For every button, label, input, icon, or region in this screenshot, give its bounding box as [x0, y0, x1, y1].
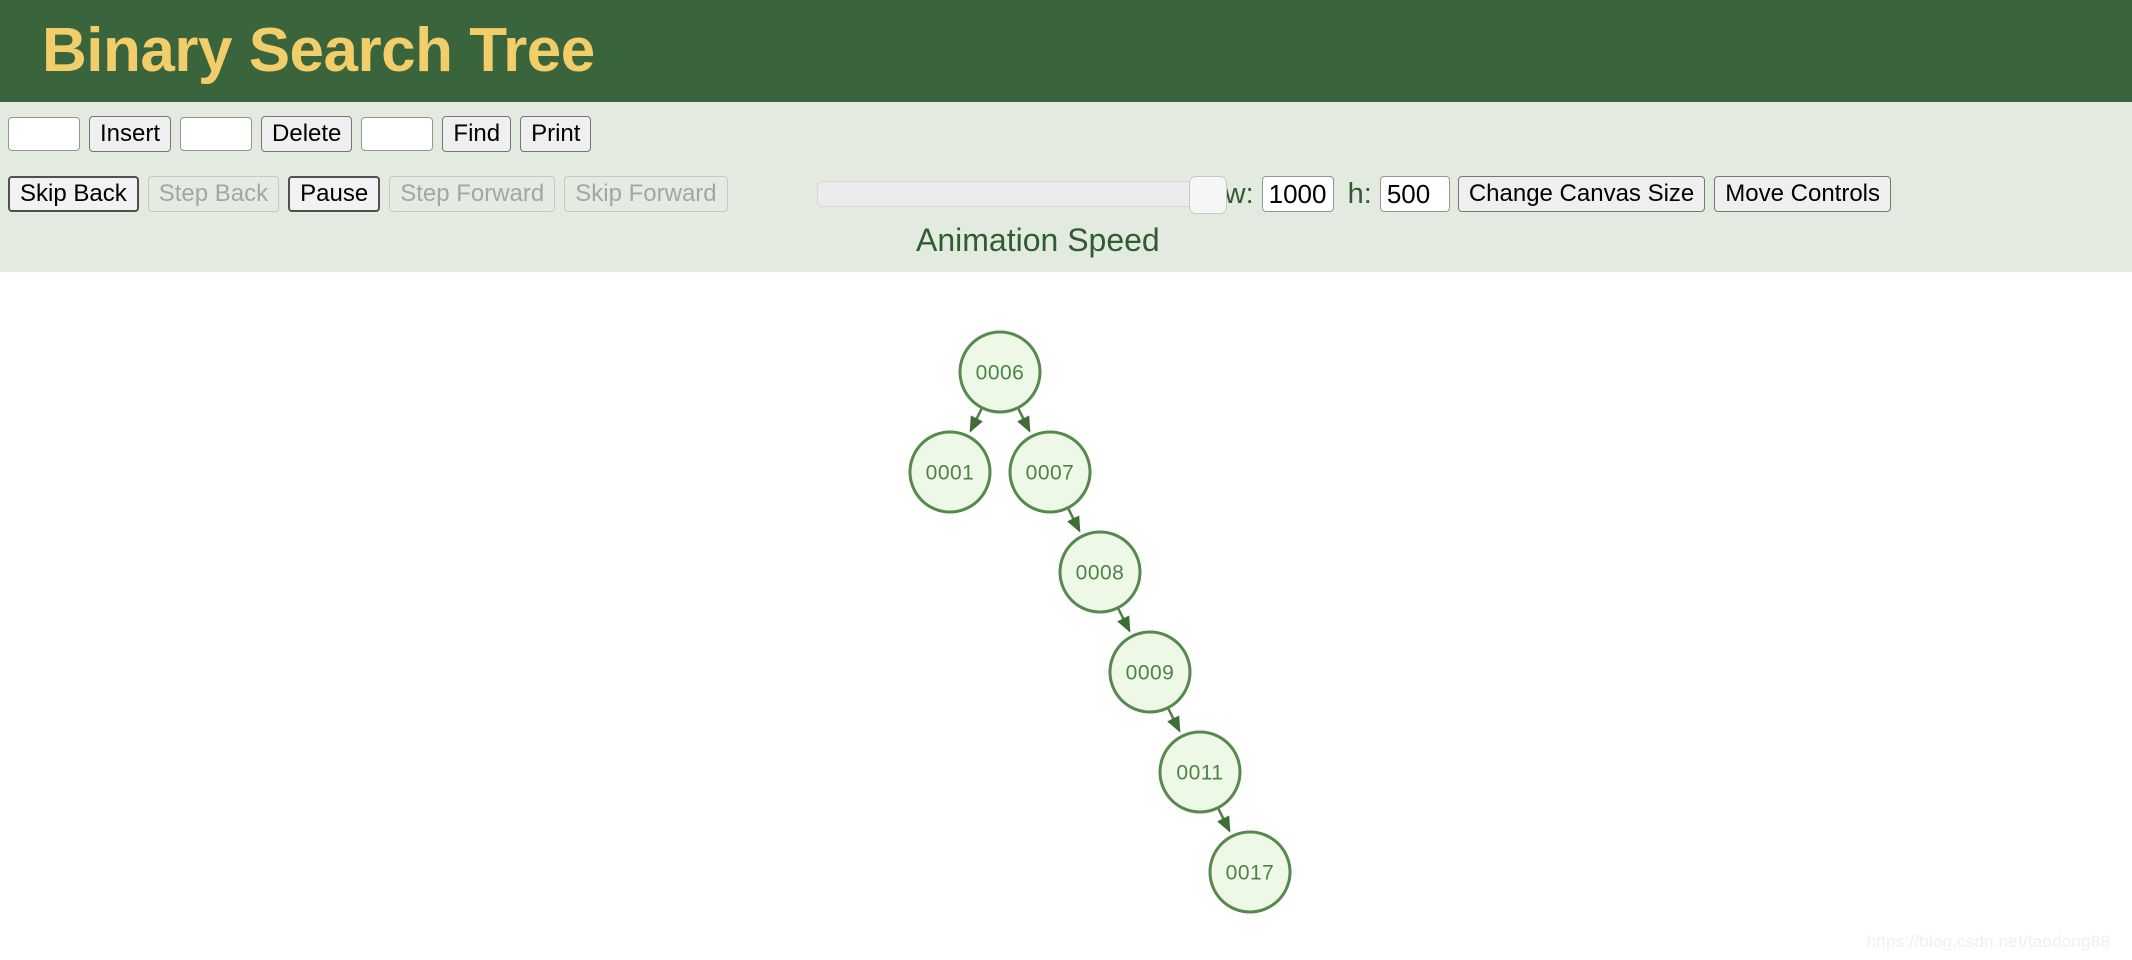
step-back-button: Step Back	[147, 176, 280, 212]
tree-node-label: 0007	[1026, 462, 1075, 485]
tree-edge	[1016, 407, 1031, 433]
tree-node[interactable]: 0007	[1008, 430, 1092, 514]
insert-input[interactable]	[8, 117, 80, 151]
page-title: Binary Search Tree	[42, 16, 595, 85]
tree-edge	[1066, 507, 1081, 533]
controls-row-primary: Insert Delete Find Print	[0, 116, 2132, 152]
watermark-text: https://blog.csdn.net/taodong88	[1866, 932, 2110, 951]
canvas-height-label: h:	[1347, 177, 1372, 210]
find-input[interactable]	[361, 117, 434, 151]
tree-node[interactable]: 0011	[1158, 730, 1242, 814]
pause-button[interactable]: Pause	[288, 176, 381, 212]
tree-nodes-group: 0006 0001 0007 0008 0009 0011 0017	[908, 330, 1292, 914]
insert-button[interactable]: Insert	[89, 116, 172, 152]
animation-speed-slider[interactable]	[816, 176, 1227, 214]
canvas-width-label: w:	[1224, 177, 1254, 210]
find-button[interactable]: Find	[442, 116, 512, 152]
tree-node-label: 0006	[976, 362, 1025, 385]
tree-edge	[1216, 807, 1231, 833]
animation-speed-label: Animation Speed	[916, 222, 1160, 258]
tree-node-label: 0009	[1126, 662, 1175, 685]
delete-input[interactable]	[180, 117, 253, 151]
tree-visualization-canvas[interactable]: 0006 0001 0007 0008 0009 0011 0017 https://blo…	[0, 272, 2132, 960]
skip-back-button[interactable]: Skip Back	[8, 176, 139, 212]
tree-edge	[1116, 607, 1131, 633]
tree-node-label: 0017	[1226, 862, 1275, 885]
tree-node[interactable]: 0009	[1108, 630, 1192, 714]
print-button[interactable]: Print	[520, 116, 592, 152]
tree-edge	[1166, 707, 1181, 733]
controls-row-playback: Skip Back Step Back Pause Step Forward S…	[0, 176, 2132, 214]
tree-edge	[969, 407, 984, 433]
tree-svg: 0006 0001 0007 0008 0009 0011 0017	[908, 330, 1292, 914]
tree-node-label: 0001	[926, 462, 975, 485]
move-controls-button[interactable]: Move Controls	[1714, 176, 1892, 212]
tree-node-label: 0011	[1176, 762, 1223, 785]
tree-node-label: 0008	[1076, 562, 1125, 585]
animation-speed-slider-track[interactable]	[816, 181, 1212, 207]
tree-node[interactable]: 0008	[1058, 530, 1142, 614]
tree-node[interactable]: 0001	[908, 430, 992, 514]
canvas-width-input[interactable]	[1261, 176, 1334, 212]
change-canvas-size-button[interactable]: Change Canvas Size	[1457, 176, 1706, 212]
tree-node[interactable]: 0006	[958, 330, 1042, 414]
canvas-height-input[interactable]	[1379, 176, 1450, 212]
animation-speed-slider-thumb[interactable]	[1188, 176, 1227, 214]
delete-button[interactable]: Delete	[261, 116, 353, 152]
controls-panel: Insert Delete Find Print Skip Back Step …	[0, 102, 2132, 272]
app-header: Binary Search Tree	[0, 0, 2132, 102]
tree-node[interactable]: 0017	[1208, 830, 1292, 914]
step-forward-button: Step Forward	[389, 176, 556, 212]
skip-forward-button: Skip Forward	[564, 176, 728, 212]
